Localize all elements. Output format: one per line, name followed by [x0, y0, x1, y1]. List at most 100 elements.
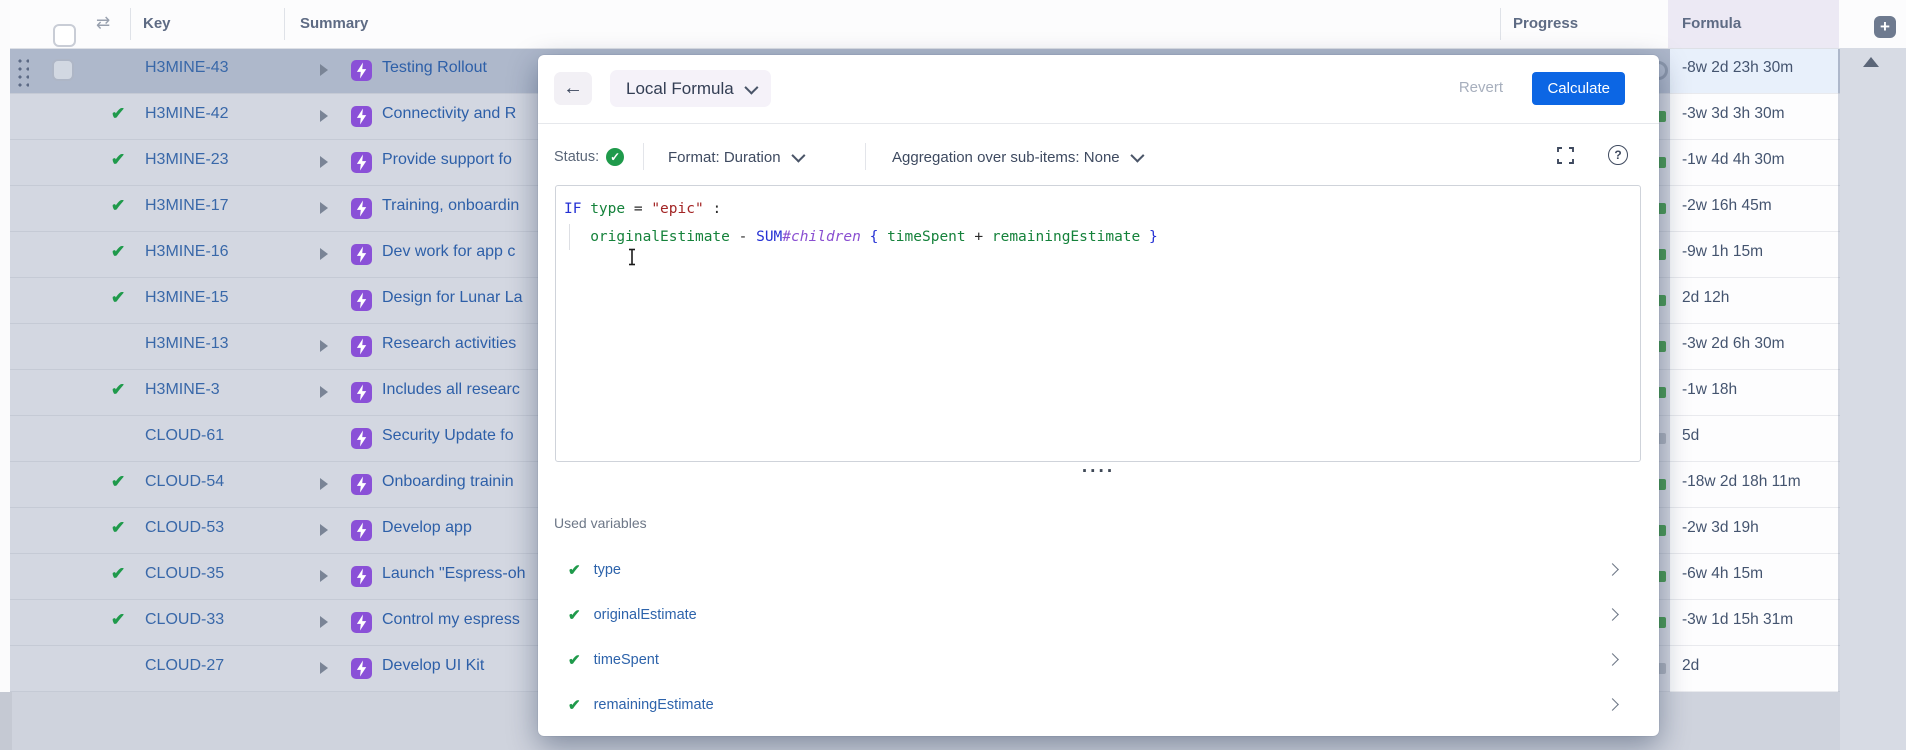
epic-icon: [351, 152, 372, 173]
status-label: Status:: [554, 149, 599, 165]
formula-cell[interactable]: -3w 1d 15h 31m: [1670, 600, 1838, 646]
issue-key[interactable]: CLOUD-61: [145, 427, 224, 445]
formula-title-dropdown[interactable]: Local Formula: [610, 70, 771, 107]
issue-summary[interactable]: Provide support fo: [382, 151, 512, 169]
back-button[interactable]: ←: [554, 72, 592, 105]
code-token: "epic": [651, 201, 703, 217]
issue-key[interactable]: CLOUD-53: [145, 519, 224, 537]
column-header-formula[interactable]: Formula: [1682, 15, 1741, 32]
issue-summary[interactable]: Connectivity and R: [382, 105, 516, 123]
issue-summary[interactable]: Develop UI Kit: [382, 657, 484, 675]
column-header-summary[interactable]: Summary: [300, 15, 368, 32]
chevron-down-icon: [1130, 149, 1144, 163]
formula-cell[interactable]: -2w 3d 19h: [1670, 508, 1838, 554]
done-check-icon: ✔: [111, 196, 125, 216]
swap-columns-icon[interactable]: ⇄: [96, 13, 110, 33]
used-variables-list: ✔type✔originalEstimate✔timeSpent✔remaini…: [548, 547, 1649, 727]
formula-cell[interactable]: -18w 2d 18h 11m: [1670, 462, 1838, 508]
formula-cell[interactable]: 2d: [1670, 646, 1838, 692]
expand-arrow-icon[interactable]: [320, 340, 328, 352]
formula-editor-code: IF type = "epic" : originalEstimate - SU…: [564, 195, 1158, 251]
select-all-checkbox[interactable]: [53, 24, 76, 47]
column-header-formula-cell[interactable]: Formula: [1668, 0, 1839, 48]
expand-arrow-icon[interactable]: [320, 110, 328, 122]
formula-cell[interactable]: 5d: [1670, 416, 1838, 462]
variable-check-icon: ✔: [568, 606, 581, 624]
formula-editor[interactable]: IF type = "epic" : originalEstimate - SU…: [555, 185, 1641, 462]
expand-arrow-icon[interactable]: [320, 570, 328, 582]
formula-cell[interactable]: -3w 2d 6h 30m: [1670, 324, 1838, 370]
fullscreen-icon[interactable]: [1557, 147, 1574, 169]
formula-cell[interactable]: -1w 4d 4h 30m: [1670, 140, 1838, 186]
issue-summary[interactable]: Launch "Espress-oh: [382, 565, 526, 583]
aggregation-dropdown[interactable]: Aggregation over sub-items: None: [892, 145, 1141, 169]
epic-icon: [351, 244, 372, 265]
issue-key[interactable]: CLOUD-35: [145, 565, 224, 583]
issue-key[interactable]: H3MINE-15: [145, 289, 229, 307]
row-checkbox[interactable]: [52, 59, 74, 81]
code-token: SUM: [756, 229, 782, 245]
revert-button[interactable]: Revert: [1459, 79, 1503, 96]
variable-check-icon: ✔: [568, 561, 581, 579]
issue-summary[interactable]: Dev work for app c: [382, 243, 515, 261]
issue-summary[interactable]: Security Update fo: [382, 427, 514, 445]
expand-arrow-icon[interactable]: [320, 248, 328, 260]
add-column-button[interactable]: +: [1874, 16, 1896, 38]
code-token: =: [634, 201, 651, 217]
issue-key[interactable]: H3MINE-16: [145, 243, 229, 261]
issue-summary[interactable]: Testing Rollout: [382, 59, 487, 77]
scroll-up-arrow-icon[interactable]: [1863, 57, 1879, 67]
help-icon[interactable]: ?: [1608, 145, 1628, 165]
formula-cell[interactable]: -3w 3d 3h 30m: [1670, 94, 1838, 140]
issue-summary[interactable]: Control my espress: [382, 611, 520, 629]
formula-cell[interactable]: -9w 1h 15m: [1670, 232, 1838, 278]
issue-summary[interactable]: Research activities: [382, 335, 516, 353]
issue-summary[interactable]: Training, onboardin: [382, 197, 519, 215]
issue-key[interactable]: CLOUD-54: [145, 473, 224, 491]
issue-summary[interactable]: Onboarding trainin: [382, 473, 514, 491]
calculate-button[interactable]: Calculate: [1532, 72, 1625, 105]
used-variable-row[interactable]: ✔timeSpent: [548, 637, 1649, 682]
expand-arrow-icon[interactable]: [320, 64, 328, 76]
used-variable-row[interactable]: ✔type: [548, 547, 1649, 592]
formula-cell[interactable]: 2d 12h: [1670, 278, 1838, 324]
expand-arrow-icon[interactable]: [320, 616, 328, 628]
expand-arrow-icon[interactable]: [320, 662, 328, 674]
formula-cell[interactable]: -2w 16h 45m: [1670, 186, 1838, 232]
used-variable-row[interactable]: ✔originalEstimate: [548, 592, 1649, 637]
issue-key[interactable]: H3MINE-23: [145, 151, 229, 169]
formula-value: -2w 3d 19h: [1682, 519, 1759, 537]
resize-handle[interactable]: ····: [538, 461, 1659, 483]
issue-summary[interactable]: Design for Lunar La: [382, 289, 523, 307]
issue-key[interactable]: H3MINE-43: [145, 59, 229, 77]
formula-cell[interactable]: -8w 2d 23h 30m: [1670, 48, 1838, 94]
format-dropdown[interactable]: Format: Duration: [668, 145, 802, 169]
column-divider: [130, 8, 131, 40]
formula-value: -1w 18h: [1682, 381, 1737, 399]
issue-key[interactable]: CLOUD-27: [145, 657, 224, 675]
expand-arrow-icon[interactable]: [320, 202, 328, 214]
issue-key[interactable]: H3MINE-42: [145, 105, 229, 123]
chevron-right-icon: [1606, 608, 1619, 621]
code-token: +: [966, 229, 992, 245]
drag-handle-icon[interactable]: [15, 56, 29, 87]
formula-cell[interactable]: -6w 4h 15m: [1670, 554, 1838, 600]
issue-summary[interactable]: Includes all researc: [382, 381, 520, 399]
expand-arrow-icon[interactable]: [320, 478, 328, 490]
code-token: -: [730, 229, 756, 245]
issue-key[interactable]: H3MINE-3: [145, 381, 220, 399]
expand-arrow-icon[interactable]: [320, 386, 328, 398]
issue-key[interactable]: CLOUD-33: [145, 611, 224, 629]
issue-summary[interactable]: Develop app: [382, 519, 472, 537]
column-header-key[interactable]: Key: [143, 15, 171, 32]
column-header-progress[interactable]: Progress: [1513, 15, 1578, 32]
used-variable-row[interactable]: ✔remainingEstimate: [548, 682, 1649, 727]
formula-cell[interactable]: -1w 18h: [1670, 370, 1838, 416]
expand-arrow-icon[interactable]: [320, 156, 328, 168]
issue-key[interactable]: H3MINE-17: [145, 197, 229, 215]
code-token: remainingEstimate: [992, 229, 1140, 245]
chevron-down-icon: [791, 149, 805, 163]
issue-key[interactable]: H3MINE-13: [145, 335, 229, 353]
expand-arrow-icon[interactable]: [320, 524, 328, 536]
vertical-scrollbar[interactable]: [1840, 48, 1906, 750]
